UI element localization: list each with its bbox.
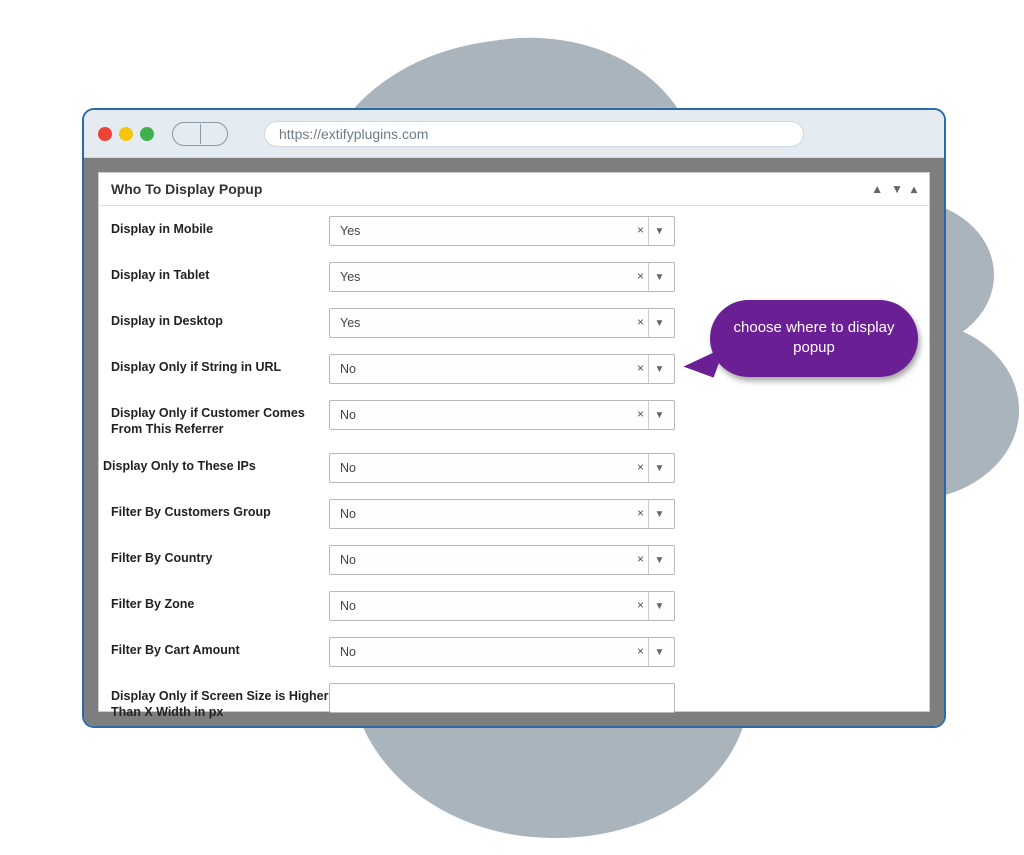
close-icon[interactable] [98,127,112,141]
field-zone: Filter By Zone No × ▼ [99,587,929,625]
field-label: Display Only if Customer Comes From This… [111,400,329,437]
select-display-mobile[interactable]: Yes × ▼ [329,216,675,246]
collapse-icon[interactable]: ▴ [911,182,917,196]
field-label: Display Only if Screen Size is Higher Th… [111,683,329,720]
field-ips: Display Only to These IPs No × ▼ [99,449,929,487]
select-value: No [340,362,356,376]
field-label: Display Only to These IPs [103,453,329,475]
select-country[interactable]: No × ▼ [329,545,675,575]
browser-window: https://extifyplugins.com Who To Display… [82,108,946,728]
field-referrer: Display Only if Customer Comes From This… [99,396,929,441]
select-value: No [340,599,356,613]
chevron-down-icon[interactable]: ▼ [648,355,670,383]
field-label: Filter By Country [111,545,329,567]
input-screen-higher[interactable] [329,683,675,713]
chevron-down-icon[interactable]: ▼ [891,182,903,196]
select-value: No [340,645,356,659]
select-customers-group[interactable]: No × ▼ [329,499,675,529]
clear-icon[interactable]: × [637,223,644,237]
select-value: No [340,408,356,422]
browser-viewport: Who To Display Popup ▲ ▼ ▴ Display in Mo… [84,158,944,726]
select-value: Yes [340,316,360,330]
chevron-down-icon[interactable]: ▼ [648,500,670,528]
clear-icon[interactable]: × [637,407,644,421]
window-controls [98,127,154,141]
clear-icon[interactable]: × [637,552,644,566]
field-display-mobile: Display in Mobile Yes × ▼ [99,212,929,250]
chevron-down-icon[interactable]: ▼ [648,638,670,666]
field-country: Filter By Country No × ▼ [99,541,929,579]
clear-icon[interactable]: × [637,460,644,474]
select-display-desktop[interactable]: Yes × ▼ [329,308,675,338]
field-screen-higher: Display Only if Screen Size is Higher Th… [99,679,929,724]
field-customers-group: Filter By Customers Group No × ▼ [99,495,929,533]
chevron-down-icon[interactable]: ▼ [648,263,670,291]
select-referrer[interactable]: No × ▼ [329,400,675,430]
minimize-icon[interactable] [119,127,133,141]
select-value: No [340,507,356,521]
chevron-down-icon[interactable]: ▼ [648,592,670,620]
chevron-down-icon[interactable]: ▼ [648,309,670,337]
settings-panel: Who To Display Popup ▲ ▼ ▴ Display in Mo… [98,172,930,712]
chevron-down-icon[interactable]: ▼ [648,546,670,574]
field-label: Display in Tablet [111,262,329,284]
clear-icon[interactable]: × [637,361,644,375]
field-label: Filter By Zone [111,591,329,613]
clear-icon[interactable]: × [637,315,644,329]
chevron-down-icon[interactable]: ▼ [648,217,670,245]
select-value: Yes [340,224,360,238]
select-display-tablet[interactable]: Yes × ▼ [329,262,675,292]
chevron-up-icon[interactable]: ▲ [871,182,883,196]
callout-text: choose where to display popup [734,319,895,356]
select-value: No [340,553,356,567]
field-label: Filter By Cart Amount [111,637,329,659]
field-label: Filter By Customers Group [111,499,329,521]
clear-icon[interactable]: × [637,644,644,658]
field-label: Display in Desktop [111,308,329,330]
url-text: https://extifyplugins.com [279,126,428,142]
select-string-in-url[interactable]: No × ▼ [329,354,675,384]
panel-header: Who To Display Popup ▲ ▼ ▴ [99,173,929,206]
clear-icon[interactable]: × [637,269,644,283]
field-label: Display Only if String in URL [111,354,329,376]
select-zone[interactable]: No × ▼ [329,591,675,621]
field-display-tablet: Display in Tablet Yes × ▼ [99,258,929,296]
clear-icon[interactable]: × [637,506,644,520]
chevron-down-icon[interactable]: ▼ [648,454,670,482]
field-cart-amount: Filter By Cart Amount No × ▼ [99,633,929,671]
panel-title: Who To Display Popup [111,181,262,197]
select-ips[interactable]: No × ▼ [329,453,675,483]
field-label: Display in Mobile [111,216,329,238]
select-value: Yes [340,270,360,284]
clear-icon[interactable]: × [637,598,644,612]
nav-back-forward[interactable] [172,122,228,146]
maximize-icon[interactable] [140,127,154,141]
browser-titlebar: https://extifyplugins.com [84,110,944,158]
callout-tooltip: choose where to display popup [710,300,918,377]
chevron-down-icon[interactable]: ▼ [648,401,670,429]
select-cart-amount[interactable]: No × ▼ [329,637,675,667]
address-bar[interactable]: https://extifyplugins.com [264,121,804,147]
select-value: No [340,461,356,475]
panel-body: Display in Mobile Yes × ▼ Display in Tab… [99,206,929,728]
